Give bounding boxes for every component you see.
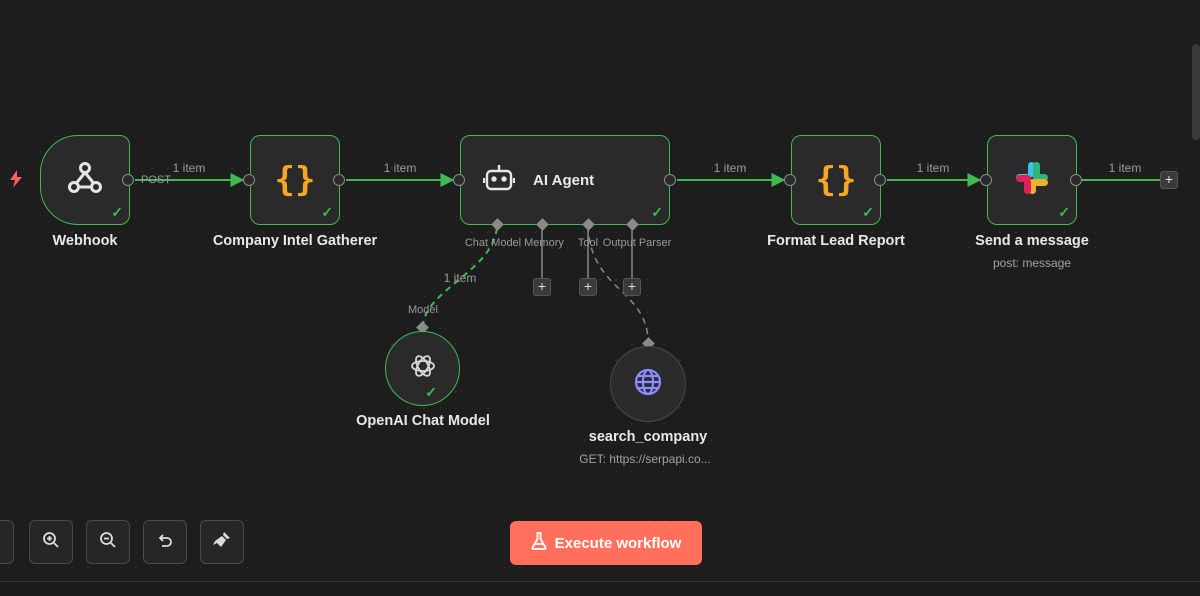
edge-label-intel-agent: 1 item [383,161,417,175]
webhook-label: Webhook [52,233,118,249]
undo-icon [156,531,174,554]
send-message-subtitle: post: message [992,256,1072,270]
vertical-scrollbar[interactable] [1192,44,1200,140]
slack-icon [1013,159,1051,202]
chat-model-port-label: Chat Model [464,237,522,249]
tidy-up-icon [212,530,232,555]
send-message-node[interactable]: ✓ [987,135,1077,225]
format-lead-input-handle[interactable] [784,174,796,186]
code-braces-icon: {} [815,160,857,200]
connections-layer [135,173,1160,343]
edge-label-agent-format: 1 item [713,161,747,175]
send-message-output-handle[interactable] [1070,174,1082,186]
edge-label-format-send: 1 item [916,161,950,175]
company-intel-node[interactable]: {} ✓ [250,135,340,225]
fit-view-button[interactable] [0,520,14,564]
tool-port-label: Tool [577,237,599,249]
webhook-icon [65,158,105,203]
openai-chat-model-node[interactable]: ✓ [385,331,460,406]
flask-icon [531,532,547,554]
execute-workflow-label: Execute workflow [554,534,682,552]
add-node-button[interactable]: + [1160,171,1178,189]
zoom-in-icon [42,531,60,554]
success-check-icon: ✓ [321,204,333,220]
search-company-label: search_company [588,429,708,445]
model-port-label: Model [408,304,438,316]
ai-agent-node[interactable]: AI Agent ✓ [460,135,670,225]
zoom-in-button[interactable] [29,520,73,564]
send-message-label: Send a message [975,233,1089,249]
ai-agent-title: AI Agent [533,171,595,189]
edge-label-webhook-intel: 1 item [172,161,206,175]
send-message-input-handle[interactable] [980,174,992,186]
format-lead-output-handle[interactable] [874,174,886,186]
search-company-subtitle: GET: https://serpapi.co... [579,452,711,466]
openai-icon [408,351,438,386]
add-output-parser-button[interactable]: + [623,278,641,296]
format-lead-node[interactable]: {} ✓ [791,135,881,225]
company-intel-input-handle[interactable] [243,174,255,186]
search-company-node[interactable] [610,346,686,422]
ai-agent-output-handle[interactable] [664,174,676,186]
add-memory-button[interactable]: + [533,278,551,296]
format-lead-label: Format Lead Report [767,233,905,249]
zoom-out-button[interactable] [86,520,130,564]
webhook-node[interactable]: ✓ [40,135,130,225]
openai-chat-model-label: OpenAI Chat Model [356,413,490,429]
output-parser-port-label: Output Parser [602,237,672,249]
success-check-icon: ✓ [111,204,123,220]
robot-icon [482,163,516,198]
globe-icon [633,367,663,402]
company-intel-output-handle[interactable] [333,174,345,186]
memory-port-label: Memory [524,237,564,249]
ai-agent-input-handle[interactable] [453,174,465,186]
success-check-icon: ✓ [425,384,437,400]
bottom-panel-bar [0,581,1200,596]
webhook-port-label: POST [141,174,171,186]
execute-workflow-button[interactable]: Execute workflow [510,521,702,565]
undo-button[interactable] [143,520,187,564]
add-tool-button[interactable]: + [579,278,597,296]
zoom-out-icon [99,531,117,554]
success-check-icon: ✓ [862,204,874,220]
edge-label-model-agent: 1 item [443,271,477,285]
webhook-output-handle[interactable] [122,174,134,186]
edge-label-send-out: 1 item [1108,161,1142,175]
success-check-icon: ✓ [651,204,663,220]
success-check-icon: ✓ [1058,204,1070,220]
trigger-bolt-icon [8,170,24,193]
tidy-up-button[interactable] [200,520,244,564]
company-intel-label: Company Intel Gatherer [212,233,378,249]
code-braces-icon: {} [274,160,316,200]
